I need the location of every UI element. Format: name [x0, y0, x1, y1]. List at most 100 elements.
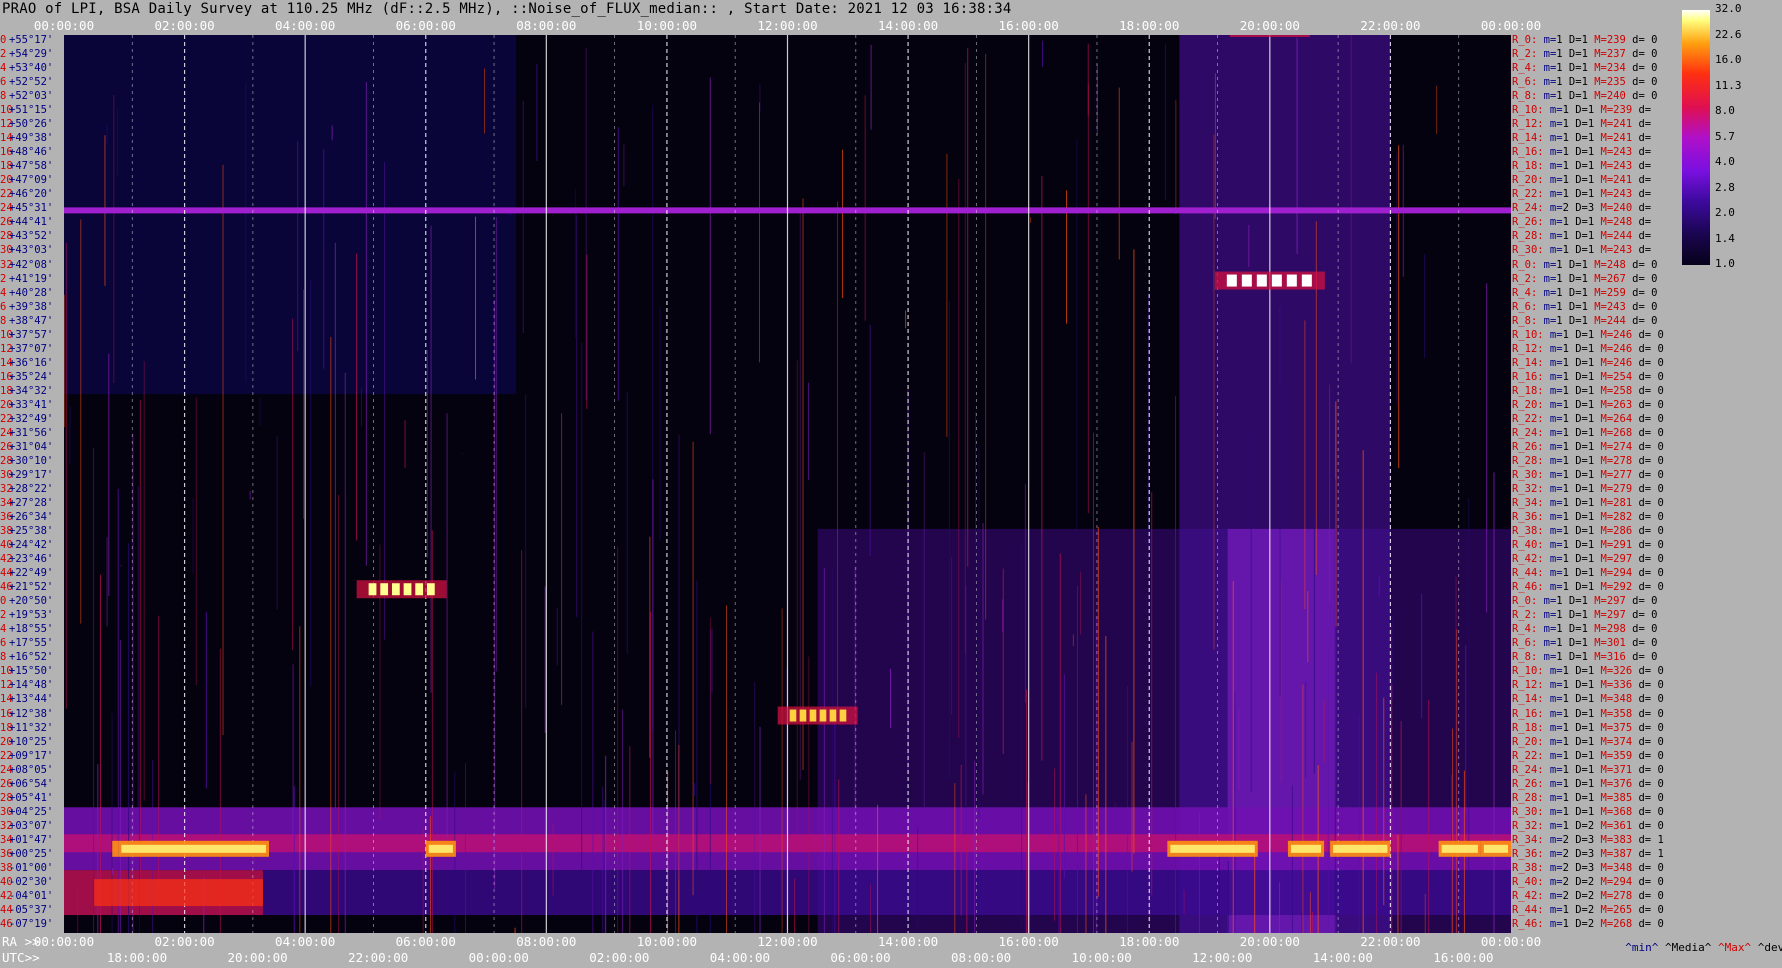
stats-dev-label: d= [1632, 875, 1658, 888]
stats-min-label: m= [1543, 511, 1563, 524]
stats-dev-label: d= [1632, 763, 1658, 776]
stats-max-label: M= [1587, 637, 1607, 650]
stats-median-label: D= [1568, 146, 1588, 159]
declination-value: +23°46' [9, 553, 54, 566]
stats-row: R_20: m=1 D=1 M=241 d= [1512, 174, 1657, 187]
stats-ra: R_28: [1512, 230, 1544, 243]
declination-row-index: 12 [0, 679, 13, 692]
declination-value: +08°05' [9, 763, 54, 776]
stats-dev-label: d= [1632, 356, 1658, 369]
stats-dev-label: d= [1632, 160, 1658, 173]
stats-row: R_20: m=1 D=1 M=263 d= 0 [1512, 399, 1664, 412]
stats-dev-label: d= [1632, 581, 1658, 594]
declination-label: 22+46°20' [0, 188, 64, 201]
stats-dev-value: 0 [1657, 539, 1664, 552]
stats-dev-value: 0 [1651, 62, 1658, 75]
declination-row-index: 12 [0, 118, 13, 131]
colorbar-tick-label: 11.3 [1715, 78, 1742, 92]
stats-dev-label: d= [1632, 370, 1658, 383]
declination-row-index: 40 [0, 875, 13, 888]
declination-label: 40-02°30' [0, 876, 64, 889]
stats-row: R_28: m=1 D=1 M=244 d= [1512, 230, 1657, 243]
stats-row: R_4: m=1 D=1 M=259 d= 0 [1512, 287, 1657, 300]
stats-ra: R_26: [1512, 777, 1544, 790]
stats-max-value: 239 [1606, 34, 1626, 46]
stats-max-label: M= [1594, 917, 1614, 930]
stats-max-value: 254 [1613, 370, 1633, 383]
stats-median-label: D= [1562, 62, 1582, 75]
stats-median-label: D= [1562, 623, 1582, 636]
stats-median-label: D= [1568, 721, 1588, 734]
declination-label: 46+21°52' [0, 581, 64, 594]
declination-value: +36°16' [9, 356, 54, 369]
stats-median-label: D= [1562, 300, 1582, 313]
declination-row-index: 0 [0, 34, 7, 46]
stats-dev-value: 0 [1651, 258, 1658, 271]
stats-median-label: D= [1562, 48, 1582, 61]
stats-row: R_18: m=1 D=1 M=258 d= 0 [1512, 385, 1664, 398]
declination-row-index: 2 [0, 48, 7, 61]
declination-label: 28+30°10' [0, 455, 64, 468]
stats-min-label: m= [1543, 412, 1563, 425]
declination-row-index: 42 [0, 553, 13, 566]
stats-min-label: m= [1543, 384, 1563, 397]
stats-max-value: 241 [1613, 132, 1633, 145]
stats-dev-label: d= [1632, 454, 1658, 467]
stats-max-value: 294 [1613, 875, 1633, 888]
stats-row: R_0: m=1 D=1 M=248 d= 0 [1512, 259, 1657, 272]
declination-label: 14+36°16' [0, 357, 64, 370]
stats-max-label: M= [1594, 833, 1614, 846]
stats-max-label: M= [1594, 118, 1614, 131]
stats-min-label: m= [1543, 497, 1563, 510]
stats-row: R_20: m=1 D=1 M=374 d= 0 [1512, 736, 1664, 749]
stats-median-label: D= [1568, 188, 1588, 201]
declination-row-index: 46 [0, 581, 13, 594]
declination-label: 30+43°03' [0, 244, 64, 257]
stats-dev-value: 1 [1657, 847, 1664, 860]
stats-ra: R_0: [1512, 258, 1538, 271]
stats-max-value: 241 [1613, 118, 1633, 131]
declination-label: 28+05°41' [0, 792, 64, 805]
stats-median-label: D= [1568, 104, 1588, 117]
stats-max-label: M= [1594, 553, 1614, 566]
stats-median-label: D= [1568, 539, 1588, 552]
stats-row: R_26: m=1 D=1 M=248 d= [1512, 216, 1657, 229]
declination-value: +46°20' [9, 188, 54, 201]
declination-value: +17°55' [9, 637, 54, 650]
bright-source-blob [1271, 274, 1282, 287]
top-tick-label: 12:00:00 [757, 18, 818, 33]
stats-max-label: M= [1594, 370, 1614, 383]
colorbar-tick-label: 2.0 [1715, 206, 1735, 219]
declination-row-index: 8 [0, 314, 7, 327]
utc-tick-label: 04:00:00 [709, 950, 771, 965]
stats-ra: R_2: [1512, 48, 1538, 61]
stats-row: R_4: m=1 D=1 M=234 d= 0 [1512, 62, 1657, 75]
stats-dev-value: 0 [1657, 707, 1664, 720]
stats-max-value: 278 [1613, 889, 1633, 902]
declination-value: +52°03' [9, 90, 54, 103]
stats-ra: R_40: [1512, 875, 1544, 888]
stats-min-label: m= [1543, 567, 1563, 580]
top-tick-label: 06:00:00 [395, 18, 456, 33]
declination-value: +28°22' [9, 483, 54, 495]
stats-median-label: D= [1562, 595, 1582, 608]
declination-row-index: 10 [0, 328, 13, 341]
stats-max-label: M= [1587, 609, 1607, 622]
stats-dev-label: d= [1625, 76, 1652, 89]
stats-median-label: D= [1568, 244, 1588, 257]
declination-row-index: 32 [0, 483, 13, 495]
stats-dev-label: d= [1632, 777, 1658, 790]
declination-value: +03°07' [9, 819, 54, 832]
stats-dev-label: d= [1632, 511, 1658, 524]
stats-median-label: D= [1568, 511, 1588, 524]
stats-max-label: M= [1594, 567, 1614, 580]
stats-max-value: 243 [1613, 146, 1633, 159]
declination-value: +49°38' [9, 132, 54, 145]
declination-row-index: 2 [0, 609, 7, 622]
stats-median-label: D= [1562, 286, 1582, 299]
stats-dev-label: d= [1625, 300, 1652, 313]
stats-min-label: m= [1543, 356, 1563, 369]
declination-value: -07°19' [9, 917, 54, 930]
top-tick-label: 18:00:00 [1119, 18, 1180, 33]
stats-max-label: M= [1594, 483, 1614, 495]
